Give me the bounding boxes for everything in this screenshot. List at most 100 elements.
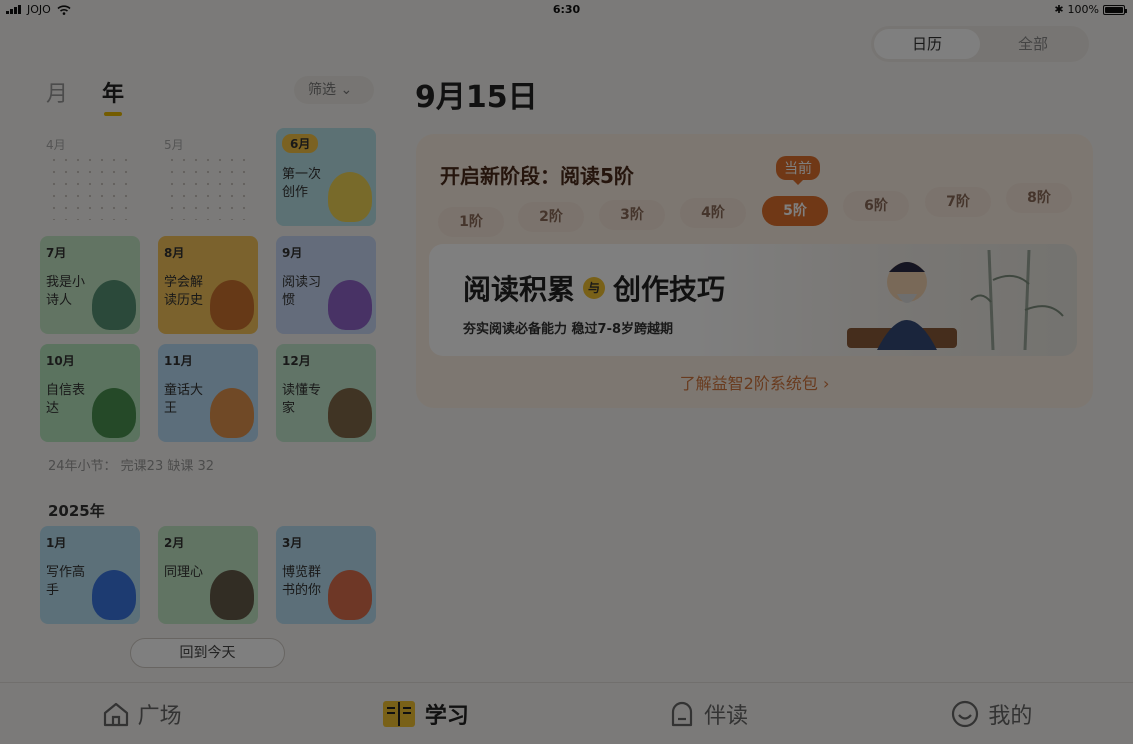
month-row: 4月 5月 6月 第一次创作	[40, 128, 376, 226]
stage-button-4[interactable]: 4阶	[680, 198, 746, 228]
month-label: 7月	[46, 246, 67, 260]
stage-button-5[interactable]: 5阶	[762, 196, 828, 226]
nav-label: 广场	[137, 703, 182, 729]
smile-icon	[952, 700, 979, 727]
month-row: 7月 我是小诗人 8月 学会解读历史 9月 阅读习惯	[40, 236, 376, 334]
empty-dots	[48, 154, 132, 220]
status-bar: JOJO 6:30 ✱ 100%	[0, 0, 1133, 20]
month-label: 4月	[46, 138, 66, 152]
year-summary: 24年小节： 完课23 缺课 32	[48, 459, 215, 474]
frog-mascot-icon	[92, 388, 136, 438]
battery-icon	[1103, 4, 1127, 15]
month-card[interactable]: 8月 学会解读历史	[158, 236, 258, 334]
month-card[interactable]: 7月 我是小诗人	[40, 236, 140, 334]
wizard-mascot-icon	[328, 388, 372, 438]
nav-me[interactable]: 我的	[850, 683, 1133, 744]
stage-title: 开启新阶段：阅读5阶	[440, 164, 634, 188]
stage-button-1[interactable]: 1阶	[438, 207, 504, 237]
bamboo-illustration-icon	[970, 250, 1064, 350]
month-card[interactable]: 1月 写作高手	[40, 526, 140, 624]
stage-button-2[interactable]: 2阶	[518, 202, 584, 232]
month-row: 1月 写作高手 2月 同理心 3月 博览群书的你	[40, 526, 376, 624]
banner-headline: 阅读积累 与 创作技巧	[463, 268, 725, 308]
month-card[interactable]: 9月 阅读习惯	[276, 236, 376, 334]
banner-headline-right: 创作技巧	[613, 273, 726, 306]
card-title: 学会解读历史	[164, 275, 204, 308]
tab-year[interactable]: 年	[102, 76, 124, 116]
robot-mascot-icon	[92, 570, 136, 620]
fox-mascot-icon	[328, 570, 372, 620]
stage-button-3[interactable]: 3阶	[599, 200, 665, 230]
nav-companion[interactable]: 伴读	[567, 683, 850, 744]
month-card[interactable]: 10月 自信表达	[40, 344, 140, 442]
card-title: 自信表达	[46, 383, 86, 416]
month-label: 9月	[282, 246, 303, 260]
tab-month[interactable]: 月	[46, 76, 68, 108]
month-label: 3月	[282, 536, 303, 550]
month-label: 12月	[282, 354, 311, 368]
card-title: 写作高手	[46, 565, 86, 598]
view-toggle: 日历 全部	[871, 26, 1089, 62]
bottom-tab-bar: 广场 学习 伴读 我的	[0, 682, 1133, 744]
card-title: 第一次创作	[282, 167, 322, 200]
current-stage-badge: 当前	[776, 156, 820, 185]
home-icon	[103, 702, 128, 726]
nav-label: 伴读	[704, 703, 749, 729]
nav-label: 学习	[424, 703, 469, 729]
month-label: 5月	[164, 138, 184, 152]
card-title: 博览群书的你	[282, 565, 322, 598]
year-heading: 2025年	[48, 502, 105, 520]
month-label: 2月	[164, 536, 185, 550]
month-label: 10月	[46, 354, 75, 368]
back-to-today-button[interactable]: 回到今天	[130, 638, 285, 668]
banner-headline-left: 阅读积累	[463, 273, 576, 306]
banner-and-badge: 与	[583, 277, 606, 299]
stage-button-8[interactable]: 8阶	[1006, 183, 1072, 213]
battery-percent: 100%	[1067, 3, 1099, 16]
learn-more-label: 了解益智2阶系统包	[679, 374, 818, 393]
octopus-mascot-icon	[328, 280, 372, 330]
empty-dots	[166, 154, 250, 220]
period-tabs: 月 年	[46, 76, 124, 116]
nav-label: 我的	[988, 703, 1033, 729]
card-title: 阅读习惯	[282, 275, 322, 308]
banner-subtitle: 夯实阅读必备能力 稳过7-8岁跨越期	[463, 322, 674, 337]
month-label: 8月	[164, 246, 185, 260]
nav-square[interactable]: 广场	[0, 683, 283, 744]
nav-study[interactable]: 学习	[283, 683, 566, 744]
toggle-all[interactable]: 全部	[980, 29, 1086, 59]
month-card[interactable]: 12月 读懂专家	[276, 344, 376, 442]
duck-mascot-icon	[328, 172, 372, 222]
tiger-mascot-icon	[210, 280, 254, 330]
month-label: 6月	[282, 134, 319, 153]
card-title: 我是小诗人	[46, 275, 86, 308]
crane-mascot-icon	[92, 280, 136, 330]
month-card[interactable]: 3月 博览群书的你	[276, 526, 376, 624]
status-time: 6:30	[552, 3, 581, 16]
month-label: 11月	[164, 354, 193, 368]
filter-dropdown[interactable]: 筛选 ⌄	[294, 76, 374, 104]
card-title: 同理心	[164, 565, 204, 580]
dog-mascot-icon	[210, 570, 254, 620]
month-card[interactable]: 6月 第一次创作	[276, 128, 376, 226]
tiger-king-mascot-icon	[210, 388, 254, 438]
toggle-calendar[interactable]: 日历	[874, 29, 980, 59]
stage-button-6[interactable]: 6阶	[843, 191, 909, 221]
scholar-illustration-icon	[847, 262, 957, 350]
month-card-empty[interactable]: 5月	[158, 128, 258, 226]
learn-more-link[interactable]: 了解益智2阶系统包 ›	[416, 370, 1093, 394]
month-card[interactable]: 2月 同理心	[158, 526, 258, 624]
selected-date: 9月15日	[415, 80, 538, 115]
course-banner[interactable]: 阅读积累 与 创作技巧 夯实阅读必备能力 稳过7-8岁跨越期	[429, 244, 1077, 356]
month-label: 1月	[46, 536, 67, 550]
card-title: 童话大王	[164, 383, 204, 416]
month-row: 10月 自信表达 11月 童话大王 12月 读懂专家	[40, 344, 376, 442]
card-title: 读懂专家	[282, 383, 322, 416]
bell-icon	[672, 701, 693, 726]
month-card[interactable]: 11月 童话大王	[158, 344, 258, 442]
month-card-empty[interactable]: 4月	[40, 128, 140, 226]
book-icon	[382, 700, 415, 727]
stage-button-7[interactable]: 7阶	[925, 187, 991, 217]
chevron-down-icon: ⌄	[340, 82, 353, 98]
chevron-right-icon: ›	[822, 374, 830, 393]
